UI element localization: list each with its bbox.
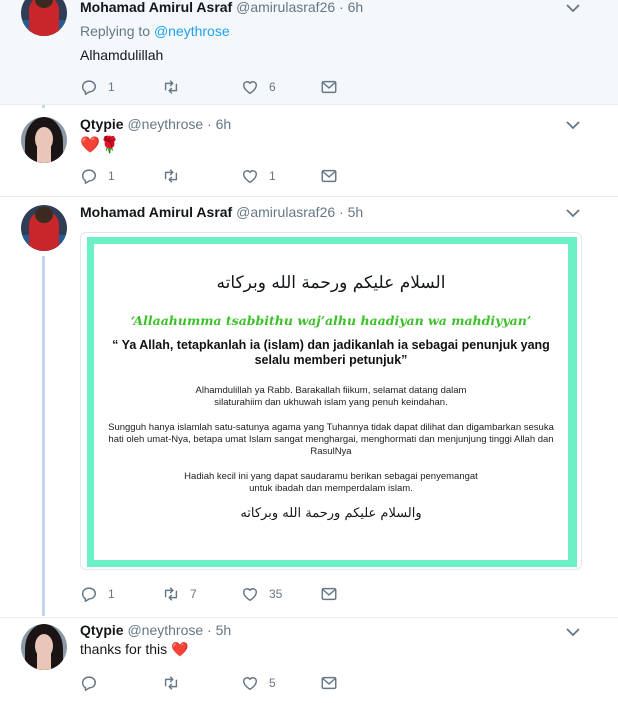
tweet-actions: 1 6 <box>80 77 380 97</box>
reply-button[interactable]: 1 <box>80 166 115 186</box>
reply-icon <box>81 587 97 602</box>
arabic-calligraphy-top: السلام عليكم ورحمة الله وبركاته <box>216 273 446 293</box>
tweet-text: Alhamdulillah <box>80 47 164 63</box>
tweet[interactable]: Qtypie @neythrose · 6h ❤️🌹 1 1 <box>0 105 618 195</box>
message-icon <box>321 80 337 94</box>
handle-time[interactable]: @neythrose · 5h <box>127 622 231 638</box>
display-name[interactable]: Mohamad Amirul Asraf <box>80 204 232 220</box>
card-paragraph: Alhamdulillah ya Rabb. Barakallah fiikum… <box>195 385 467 408</box>
reply-icon <box>81 80 97 95</box>
tweet-actions: 1 7 35 <box>80 584 380 604</box>
tweet-text: ❤️🌹 <box>80 137 120 154</box>
like-button[interactable]: 1 <box>241 166 276 186</box>
tweet-text: thanks for this ❤️ <box>80 641 189 657</box>
avatar[interactable] <box>21 624 67 670</box>
retweet-button[interactable] <box>162 673 190 693</box>
card-translation: “ Ya Allah, tetapkanlah ia (islam) dan j… <box>112 338 550 367</box>
tweet[interactable]: Mohamad Amirul Asraf @amirulasraf26 · 6h… <box>0 0 618 104</box>
retweet-icon <box>164 587 178 601</box>
tweet-header: Qtypie @neythrose · 5h <box>80 622 231 638</box>
replying-to-label: Replying to <box>80 23 151 39</box>
mention-link[interactable]: @neythrose <box>154 23 230 39</box>
like-count: 35 <box>269 587 283 601</box>
handle-time[interactable]: @amirulasraf26 · 6h <box>236 0 363 15</box>
like-icon <box>242 81 258 95</box>
handle-time[interactable]: @amirulasraf26 · 5h <box>236 204 363 220</box>
like-icon <box>242 677 258 691</box>
retweet-count: 7 <box>190 587 197 601</box>
chevron-down-icon[interactable] <box>566 3 580 13</box>
display-name[interactable]: Qtypie <box>80 116 124 132</box>
media-card[interactable]: السلام عليكم ورحمة الله وبركاته ‘Allaahu… <box>80 232 582 570</box>
reply-icon <box>81 676 97 691</box>
tweet-header: Mohamad Amirul Asraf @amirulasraf26 · 6h <box>80 0 363 15</box>
retweet-button[interactable] <box>162 166 190 186</box>
direct-message-button[interactable] <box>320 673 338 693</box>
like-button[interactable]: 5 <box>241 673 276 693</box>
tweet-actions: 5 <box>80 673 380 693</box>
reply-count: 1 <box>108 169 115 183</box>
display-name[interactable]: Mohamad Amirul Asraf <box>80 0 232 15</box>
like-count: 5 <box>269 676 276 690</box>
chevron-down-icon[interactable] <box>566 627 580 637</box>
card-prayer: ‘Allaahumma tsabbithu waj’alhu haadiyan … <box>130 313 532 328</box>
like-count: 1 <box>269 169 276 183</box>
chevron-down-icon[interactable] <box>566 208 580 218</box>
direct-message-button[interactable] <box>320 584 338 604</box>
arabic-calligraphy-bottom: والسلام عليكم ورحمة الله وبركاته <box>240 506 422 521</box>
like-icon <box>242 170 258 184</box>
like-count: 6 <box>269 80 276 94</box>
reply-count: 1 <box>108 80 115 94</box>
like-icon <box>242 588 258 602</box>
reply-count: 1 <box>108 587 115 601</box>
chevron-down-icon[interactable] <box>566 120 580 130</box>
avatar[interactable] <box>21 0 67 36</box>
tweet-header: Mohamad Amirul Asraf @amirulasraf26 · 5h <box>80 204 363 220</box>
retweet-icon <box>164 676 178 690</box>
reply-icon <box>81 169 97 184</box>
card-content: السلام عليكم ورحمة الله وبركاته ‘Allaahu… <box>81 233 581 569</box>
tweet-header: Qtypie @neythrose · 6h <box>80 116 231 132</box>
display-name[interactable]: Qtypie <box>80 622 124 638</box>
retweet-button[interactable]: 7 <box>162 584 197 604</box>
handle-time[interactable]: @neythrose · 6h <box>127 116 231 132</box>
reply-button[interactable] <box>80 673 108 693</box>
like-button[interactable]: 35 <box>241 584 282 604</box>
tweet-actions: 1 1 <box>80 166 380 186</box>
replying-to: Replying to @neythrose <box>80 23 230 39</box>
direct-message-button[interactable] <box>320 77 338 97</box>
message-icon <box>321 587 337 601</box>
avatar[interactable] <box>21 117 67 163</box>
retweet-icon <box>164 80 178 94</box>
retweet-button[interactable] <box>162 77 190 97</box>
retweet-icon <box>164 169 178 183</box>
card-paragraph: Sungguh hanya islamlah satu-satunya agam… <box>108 422 554 457</box>
direct-message-button[interactable] <box>320 166 338 186</box>
message-icon <box>321 676 337 690</box>
card-paragraph: Hadiah kecil ini yang dapat saudaramu be… <box>184 471 478 494</box>
like-button[interactable]: 6 <box>241 77 276 97</box>
reply-button[interactable]: 1 <box>80 584 115 604</box>
avatar[interactable] <box>21 205 67 251</box>
message-icon <box>321 169 337 183</box>
tweet[interactable]: Qtypie @neythrose · 5h thanks for this ❤… <box>0 618 618 703</box>
reply-button[interactable]: 1 <box>80 77 115 97</box>
